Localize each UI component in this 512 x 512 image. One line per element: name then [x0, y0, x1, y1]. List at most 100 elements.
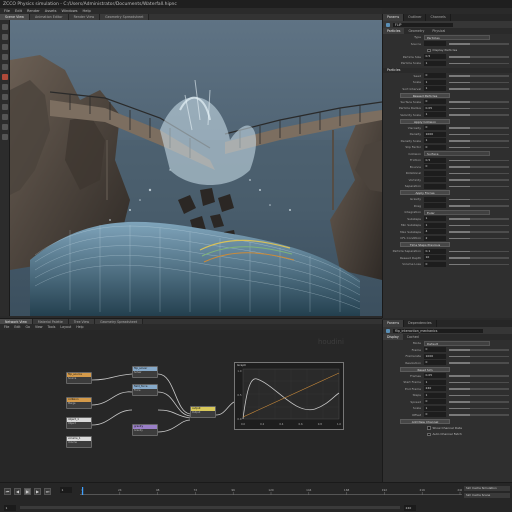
slider-viscosity[interactable]: [449, 127, 509, 129]
slider-particle-size[interactable]: [449, 56, 509, 58]
handle-icon[interactable]: [2, 84, 8, 90]
field-volume-loss[interactable]: 0: [424, 261, 446, 267]
field-particle-size[interactable]: 0.5: [424, 54, 446, 60]
checkbox-show-channel-data[interactable]: [427, 426, 431, 430]
checkbox-auto-channel-fetch[interactable]: [427, 432, 431, 436]
menu-render[interactable]: Render: [27, 9, 40, 13]
menu-help[interactable]: Help: [76, 325, 83, 329]
field-separation[interactable]: [424, 183, 446, 189]
slider-density-scale[interactable]: [449, 140, 509, 142]
select-icon[interactable]: [2, 24, 8, 30]
field-particle-separation[interactable]: 0.1: [424, 248, 446, 254]
field-end-frame[interactable]: 240: [424, 386, 446, 392]
node-output[interactable]: output Output: [190, 406, 216, 418]
node-name-field[interactable]: flip_interaction_mechanics: [393, 328, 483, 333]
button-reseed-particles[interactable]: Reseed Particles: [400, 92, 450, 98]
slider-density[interactable]: [449, 133, 509, 135]
menu-edit[interactable]: Edit: [14, 325, 20, 329]
field-spread[interactable]: 0: [424, 399, 446, 405]
slider-bounce[interactable]: [449, 166, 509, 168]
tab-channels[interactable]: Channels: [426, 14, 451, 21]
slider-cfl-condition[interactable]: [449, 237, 509, 239]
menu-windows[interactable]: Windows: [61, 9, 77, 13]
field-surface-scale[interactable]: 0: [424, 99, 446, 105]
tab-params[interactable]: Params: [383, 320, 405, 327]
tab-dependencies[interactable]: Dependencies: [404, 320, 437, 327]
field-sort-interval[interactable]: 1: [424, 86, 446, 92]
subtab-particles[interactable]: Particles: [383, 28, 405, 34]
field-scale[interactable]: 1: [424, 79, 446, 85]
field-seed[interactable]: 0: [424, 73, 446, 79]
node-name-field[interactable]: FLIP: [393, 22, 453, 27]
sim-cache-simulation-button[interactable]: Sim Cache Simulation: [464, 486, 510, 491]
button-add-new-channel[interactable]: Add New Channel: [400, 418, 450, 424]
button-apply-forces[interactable]: Apply Forces: [400, 190, 450, 195]
slider-drag[interactable]: [449, 205, 509, 207]
slider-velocity-scale[interactable]: [449, 114, 509, 116]
tab-outliner[interactable]: Outliner: [404, 14, 427, 21]
slider-substeps[interactable]: [449, 218, 509, 220]
dropdown-collision[interactable]: Surface: [424, 151, 490, 156]
current-frame-field[interactable]: 1: [60, 487, 72, 493]
slider-friction[interactable]: [449, 159, 509, 161]
field-source[interactable]: [424, 41, 446, 47]
menu-go[interactable]: Go: [26, 325, 30, 329]
slider-slip-factor[interactable]: [449, 146, 509, 148]
field-bounce[interactable]: 0: [424, 164, 446, 170]
camera-icon[interactable]: [2, 104, 8, 110]
slider-particle-radius[interactable]: [449, 107, 509, 109]
menu-edit[interactable]: Edit: [15, 9, 22, 13]
slider-source[interactable]: [449, 43, 509, 45]
tab-params[interactable]: Params: [383, 14, 405, 21]
field-start-frame[interactable]: 1: [424, 379, 446, 385]
slider-separation[interactable]: [449, 185, 509, 187]
field-viscosity[interactable]: 0: [424, 125, 446, 131]
graph-panel[interactable]: Graph 0.0 0.2 0.4 0.6 0.8 1.0 0.0 0.5 1.0: [234, 362, 344, 430]
field-rotational[interactable]: [424, 170, 446, 176]
slider-rotational[interactable]: [449, 172, 509, 174]
field-drag[interactable]: [424, 203, 446, 209]
playhead[interactable]: [82, 487, 84, 495]
slider-spread[interactable]: [449, 401, 509, 403]
menu-layout[interactable]: Layout: [60, 325, 71, 329]
brush-icon[interactable]: [2, 64, 8, 70]
menu-tools[interactable]: Tools: [48, 325, 56, 329]
node-flip-solver[interactable]: flip_solver Solver: [132, 366, 158, 378]
field-slip-factor[interactable]: 0: [424, 144, 446, 150]
view-icon[interactable]: [2, 94, 8, 100]
sim-cache-scene-button[interactable]: Sim Cache Scene: [464, 493, 510, 498]
slider-steps[interactable]: [449, 394, 509, 396]
field-framerate[interactable]: 1000: [424, 353, 446, 359]
dropdown-mode[interactable]: Default: [424, 340, 490, 346]
node-volume-1[interactable]: volume_1 Volume: [66, 436, 92, 448]
slider-seed[interactable]: [449, 75, 509, 77]
menu-file[interactable]: File: [4, 325, 9, 329]
slider-particle-separation[interactable]: [449, 250, 509, 252]
slider-surface-scale[interactable]: [449, 101, 509, 103]
slider-frame[interactable]: [449, 349, 509, 351]
slider-gravity[interactable]: [449, 198, 509, 200]
slider-offset[interactable]: [449, 414, 509, 416]
field-steps[interactable]: 1: [424, 392, 446, 398]
slider-max-substeps[interactable]: [449, 231, 509, 233]
menu-help[interactable]: Help: [83, 9, 91, 13]
subtab-physical[interactable]: Physical: [428, 28, 449, 34]
node-object-1[interactable]: object_1 Object: [66, 417, 92, 429]
move-icon[interactable]: [2, 34, 8, 40]
jump-start-button[interactable]: ⏮: [4, 487, 11, 495]
field-density-scale[interactable]: 1: [424, 138, 446, 144]
slider-min-substeps[interactable]: [449, 224, 509, 226]
subtab-cached[interactable]: Cached: [403, 334, 423, 340]
light-icon[interactable]: [2, 114, 8, 120]
field-scale[interactable]: 1: [424, 405, 446, 411]
slider-vorticity[interactable]: [449, 179, 509, 181]
network-editor[interactable]: flip_source Source collision Merge object_1 O…: [0, 330, 382, 482]
node-field-force[interactable]: field_force Force: [132, 384, 158, 396]
field-cfl-condition[interactable]: 2: [424, 235, 446, 241]
node-flip-source[interactable]: flip_source Source: [66, 372, 92, 384]
menu-assets[interactable]: Assets: [45, 9, 57, 13]
slider-end-frame[interactable]: [449, 388, 509, 390]
subtab-display[interactable]: Display: [383, 334, 403, 340]
node-collision[interactable]: collision Merge: [66, 397, 92, 409]
menu-file[interactable]: File: [4, 9, 10, 13]
